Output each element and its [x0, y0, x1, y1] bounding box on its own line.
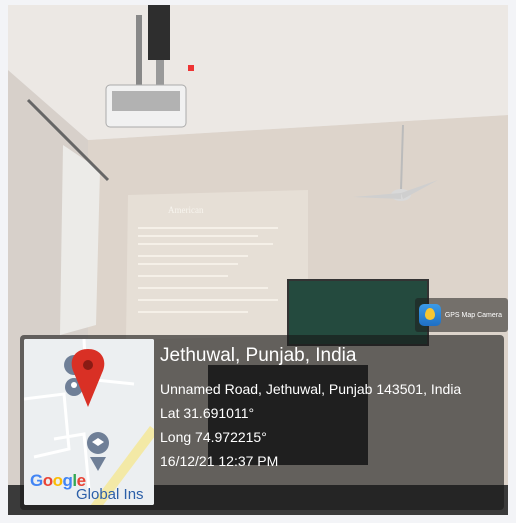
address-line: Unnamed Road, Jethuwal, Punjab 143501, I…: [160, 381, 462, 397]
red-tag: [188, 65, 194, 71]
location-info: Jethuwal, Punjab, India Unnamed Road, Je…: [160, 345, 500, 477]
app-badge: GPS Map Camera: [414, 298, 508, 332]
latitude: Lat 31.691011°: [160, 405, 255, 421]
timestamp: 16/12/21 12:37 PM: [160, 453, 279, 469]
map-thumbnail: Google Global Ins: [24, 339, 154, 505]
logo-letter: G: [30, 471, 43, 490]
projector-cable: [136, 15, 142, 85]
logo-letter: g: [62, 471, 73, 490]
projector-mount: [148, 5, 170, 60]
longitude: Long 74.972215°: [160, 429, 267, 445]
projection-logo: American: [168, 205, 204, 215]
curtain: [60, 145, 100, 335]
map-place-label: Global Ins: [76, 486, 144, 503]
app-name: GPS Map Camera: [444, 311, 502, 319]
location-title: Jethuwal, Punjab, India: [160, 345, 357, 366]
frame: American GPS Map Camera Google Global In…: [0, 0, 516, 523]
geo-overlay: Google Global Ins Jethuwal, Punjab, Indi…: [20, 335, 504, 510]
projector-pole: [156, 60, 164, 88]
projector-top: [112, 91, 180, 111]
gps-map-camera-app-icon: [418, 304, 441, 326]
logo-letter: o: [52, 471, 63, 490]
logo-letter: o: [42, 471, 53, 490]
